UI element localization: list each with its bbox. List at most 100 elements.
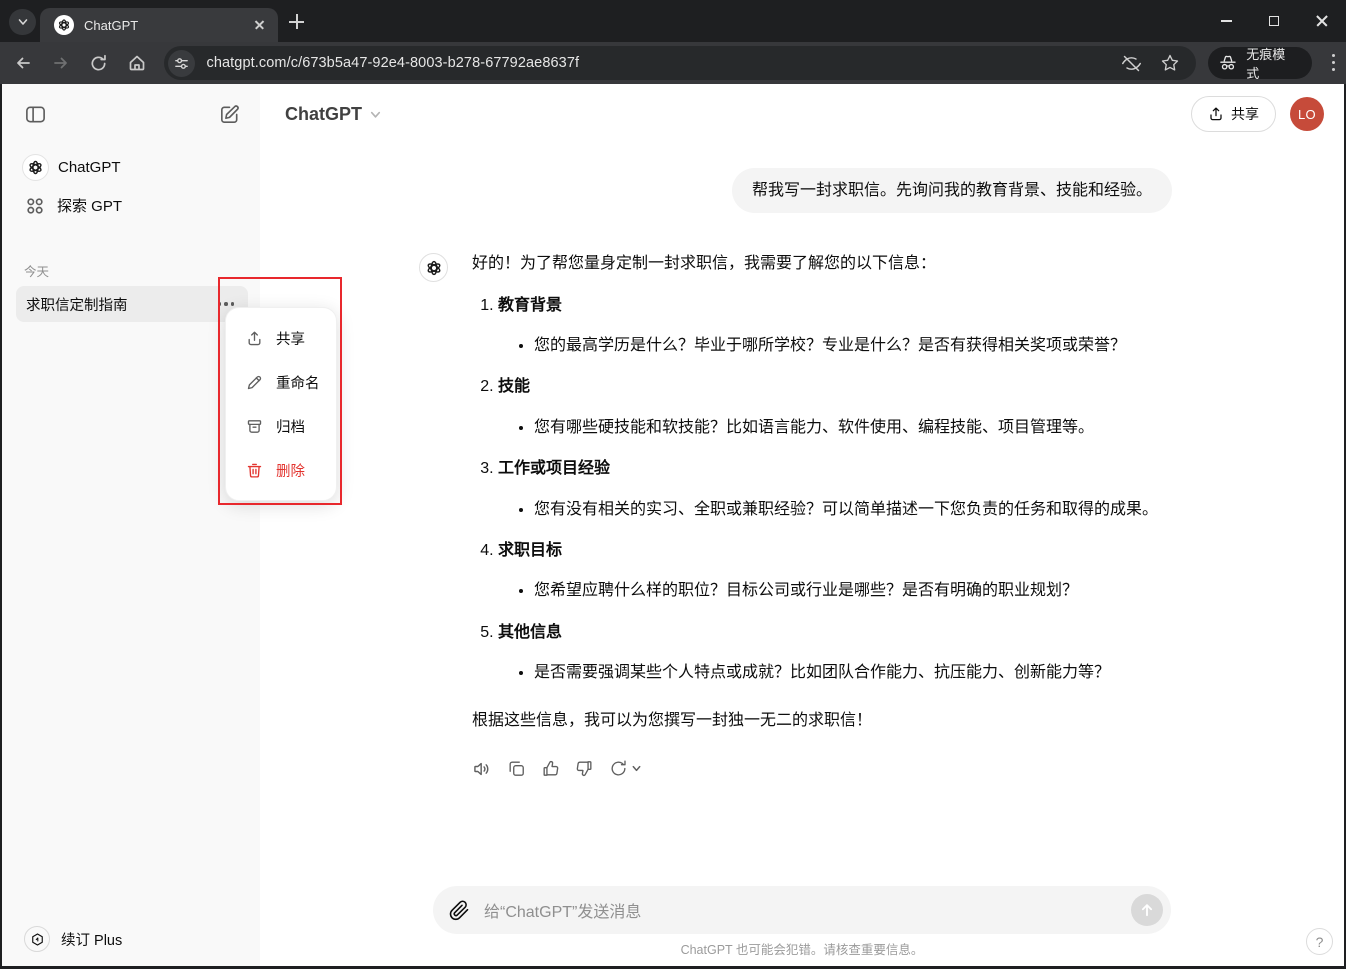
menu-item-share[interactable]: 共享	[226, 316, 336, 360]
regenerate-icon	[609, 759, 628, 778]
list-bullet: 您有哪些硬技能和软技能？比如语言能力、软件使用、编程技能、项目管理等。	[534, 415, 1172, 441]
copy-icon	[507, 759, 526, 778]
tab-title: ChatGPT	[84, 18, 252, 33]
list-bullet: 是否需要强调某些个人特点或成就？比如团队合作能力、抗压能力、创新能力等？	[534, 660, 1172, 686]
model-title-text: ChatGPT	[285, 104, 362, 125]
url-bar[interactable]: chatgpt.com/c/673b5a47-92e4-8003-b278-67…	[164, 46, 1197, 80]
chatgpt-logo-icon	[22, 154, 49, 181]
browser-tab[interactable]: ChatGPT	[40, 8, 278, 42]
back-button[interactable]	[8, 48, 38, 78]
send-button[interactable]	[1131, 894, 1163, 926]
attach-paperclip-icon[interactable]	[449, 900, 470, 921]
bookmark-star-icon[interactable]	[1160, 53, 1180, 73]
regenerate-button[interactable]	[609, 759, 642, 778]
sidebar-item-chatgpt[interactable]: ChatGPT	[2, 147, 260, 188]
copy-button[interactable]	[507, 759, 526, 778]
trash-icon	[246, 462, 263, 479]
list-item: 其他信息 是否需要强调某些个人特点或成就？比如团队合作能力、抗压能力、创新能力等…	[498, 620, 1172, 687]
assistant-list: 教育背景 您的最高学历是什么？毕业于哪所学校？专业是什么？是否有获得相关奖项或荣…	[472, 293, 1172, 687]
main-area: ChatGPT 共享 LO 帮我写一封求职信。先询问我的教育背景、技能和经验。	[260, 84, 1344, 966]
list-bullet: 您有没有相关的实习、全职或兼职经验？可以简单描述一下您负责的任务和取得的成果。	[534, 497, 1172, 523]
maximize-icon	[1269, 16, 1279, 26]
chat-item-title: 求职信定制指南	[26, 294, 218, 315]
sidebar-toggle-button[interactable]	[22, 101, 48, 127]
pencil-icon	[246, 374, 263, 391]
window-maximize-button[interactable]	[1250, 0, 1298, 42]
help-button[interactable]: ?	[1306, 928, 1333, 955]
sidebar-item-label: ChatGPT	[58, 159, 121, 176]
forward-button[interactable]	[46, 48, 76, 78]
plus-badge-icon	[24, 926, 50, 952]
chevron-down-icon	[631, 763, 642, 774]
refresh-button[interactable]	[84, 48, 114, 78]
conversation: 帮我写一封求职信。先询问我的教育背景、技能和经验。 好的！为了帮您量身定制一封求…	[432, 144, 1172, 779]
user-message-bubble: 帮我写一封求职信。先询问我的教育背景、技能和经验。	[732, 168, 1172, 213]
list-item: 技能 您有哪些硬技能和软技能？比如语言能力、软件使用、编程技能、项目管理等。	[498, 374, 1172, 441]
history-section-label: 今天	[24, 261, 260, 280]
list-item: 工作或项目经验 您有没有相关的实习、全职或兼职经验？可以简单描述一下您负责的任务…	[498, 456, 1172, 523]
share-icon	[246, 330, 263, 347]
thumbs-up-button[interactable]	[541, 759, 560, 778]
menu-item-rename[interactable]: 重命名	[226, 360, 336, 404]
window-minimize-button[interactable]	[1202, 0, 1250, 42]
incognito-label: 无痕模式	[1246, 44, 1298, 82]
thumbs-down-icon	[575, 759, 594, 778]
list-bullet: 您希望应聘什么样的职位？目标公司或行业是哪些？是否有明确的职业规划？	[534, 578, 1172, 604]
share-icon	[1208, 106, 1224, 122]
minimize-icon	[1221, 20, 1232, 22]
home-button[interactable]	[122, 48, 152, 78]
archive-icon	[246, 418, 263, 435]
sidebar: ChatGPT 探索 GPT 今天 求职信定制指南 续订 Plus	[2, 84, 260, 966]
url-text[interactable]: chatgpt.com/c/673b5a47-92e4-8003-b278-67…	[207, 55, 1122, 71]
sidebar-chat-item[interactable]: 求职信定制指南	[16, 286, 248, 322]
chat-item-context-menu: 共享 重命名 归档 删除	[225, 307, 337, 501]
read-aloud-button[interactable]	[472, 759, 492, 779]
incognito-badge[interactable]: 无痕模式	[1208, 47, 1312, 79]
new-tab-button[interactable]	[288, 13, 306, 31]
message-actions	[472, 759, 1172, 779]
grid-circles-icon	[25, 196, 45, 216]
share-button[interactable]: 共享	[1191, 96, 1276, 132]
renew-plus-label: 续订 Plus	[61, 929, 122, 950]
message-composer[interactable]: 给“ChatGPT”发送消息	[433, 886, 1171, 934]
tune-icon	[174, 56, 189, 71]
tab-close-icon[interactable]	[252, 17, 268, 33]
assistant-closing: 根据这些信息，我可以为您撰写一封独一无二的求职信！	[472, 708, 1172, 734]
tab-search-button[interactable]	[9, 9, 36, 35]
chatgpt-favicon-icon	[54, 15, 74, 35]
forward-arrow-icon	[51, 53, 71, 73]
sidebar-panel-icon	[24, 103, 47, 126]
browser-toolbar: chatgpt.com/c/673b5a47-92e4-8003-b278-67…	[0, 42, 1346, 84]
speaker-icon	[472, 759, 492, 779]
menu-item-archive[interactable]: 归档	[226, 404, 336, 448]
arrow-up-icon	[1138, 901, 1156, 919]
disclaimer-text: ChatGPT 也可能会犯错。请核查重要信息。	[260, 939, 1344, 958]
list-item: 教育背景 您的最高学历是什么？毕业于哪所学校？专业是什么？是否有获得相关奖项或荣…	[498, 293, 1172, 360]
sidebar-item-explore-gpt[interactable]: 探索 GPT	[2, 188, 260, 223]
compose-icon	[218, 103, 241, 126]
menu-item-delete[interactable]: 删除	[226, 448, 336, 492]
window-close-button[interactable]	[1298, 0, 1346, 42]
chevron-down-icon	[368, 107, 383, 122]
assistant-message: 好的！为了帮您量身定制一封求职信，我需要了解您的以下信息： 教育背景 您的最高学…	[432, 251, 1172, 779]
browser-menu-button[interactable]	[1322, 51, 1346, 75]
home-icon	[127, 53, 147, 73]
site-info-button[interactable]	[168, 50, 195, 77]
sidebar-item-label: 探索 GPT	[57, 195, 122, 216]
model-selector[interactable]: ChatGPT	[285, 104, 383, 125]
assistant-intro: 好的！为了帮您量身定制一封求职信，我需要了解您的以下信息：	[472, 251, 1172, 277]
chevron-down-icon	[17, 16, 29, 28]
list-item: 求职目标 您希望应聘什么样的职位？目标公司或行业是哪些？是否有明确的职业规划？	[498, 538, 1172, 605]
thumbs-up-icon	[541, 759, 560, 778]
thumbs-down-button[interactable]	[575, 759, 594, 778]
composer-input[interactable]: 给“ChatGPT”发送消息	[484, 898, 1131, 922]
refresh-icon	[89, 54, 108, 73]
back-arrow-icon	[13, 53, 33, 73]
new-chat-button[interactable]	[216, 101, 242, 127]
user-avatar[interactable]: LO	[1290, 97, 1324, 131]
close-icon	[1315, 14, 1329, 28]
eye-off-icon[interactable]	[1121, 53, 1142, 74]
browser-tabstrip: ChatGPT	[0, 0, 1346, 42]
chat-item-options-button[interactable]	[218, 302, 235, 306]
renew-plus-button[interactable]: 续订 Plus	[2, 926, 122, 952]
